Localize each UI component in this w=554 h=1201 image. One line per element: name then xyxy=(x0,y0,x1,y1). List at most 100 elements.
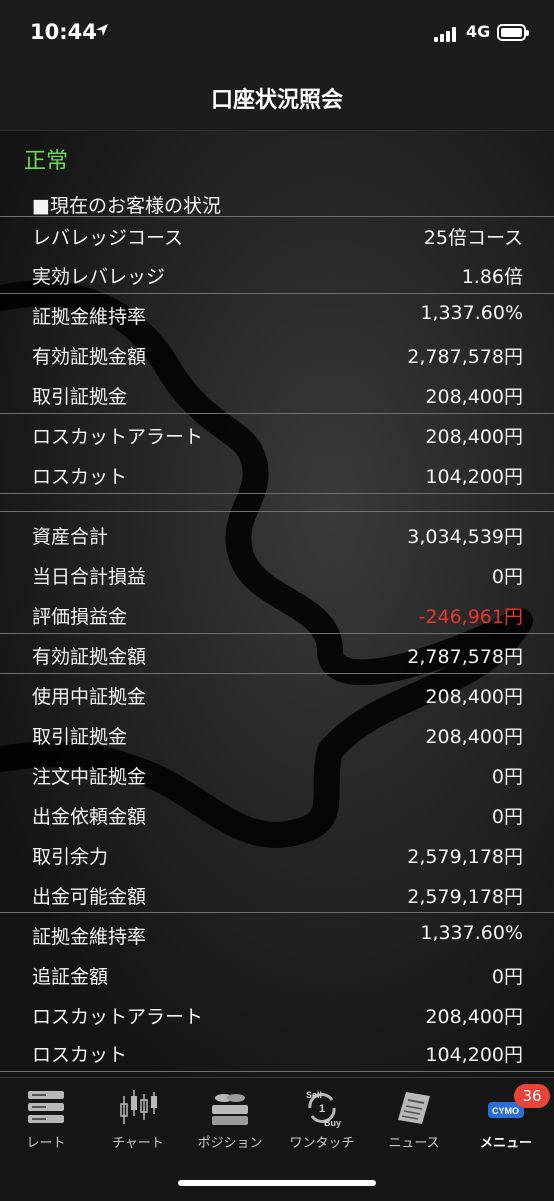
row-label: ロスカットアラート xyxy=(32,426,204,448)
row-label: 取引余力 xyxy=(32,846,109,868)
server-stack-icon xyxy=(28,1091,64,1123)
location-arrow-icon xyxy=(96,24,108,36)
tab-label: チャート xyxy=(112,1136,164,1151)
row-losscut-2: ロスカット 104,200円 xyxy=(0,1033,554,1073)
row-value: 2,579,178円 xyxy=(407,886,523,908)
row-label: 有効証拠金額 xyxy=(32,346,147,368)
section-title: ■現在のお客様の状況 xyxy=(32,195,221,217)
row-value: 208,400円 xyxy=(425,386,523,408)
row-value: 0円 xyxy=(491,566,523,588)
home-indicator[interactable] xyxy=(178,1180,376,1186)
row-label: ロスカットアラート xyxy=(32,1006,204,1028)
row-value: 0円 xyxy=(491,806,523,828)
tab-position[interactable]: ポジション xyxy=(184,1078,276,1158)
divider xyxy=(0,493,554,494)
row-effective-leverage: 実効レバレッジ 1.86倍 xyxy=(0,255,554,295)
notification-badge: 36 xyxy=(514,1084,550,1108)
tab-chart[interactable]: チャート xyxy=(92,1078,184,1158)
row-effective-margin: 有効証拠金額 2,787,578円 xyxy=(0,335,554,375)
tab-label: ニュース xyxy=(388,1136,440,1151)
row-value: 1.86倍 xyxy=(461,266,523,288)
divider xyxy=(0,511,554,512)
status-bar: 10:44 4G xyxy=(0,0,554,68)
row-value: 104,200円 xyxy=(425,1044,523,1066)
row-value: 0円 xyxy=(491,766,523,788)
row-trading-margin-2: 取引証拠金 208,400円 xyxy=(0,715,554,755)
row-value: 2,787,578円 xyxy=(407,346,523,368)
row-value: 2,579,178円 xyxy=(407,846,523,868)
row-label: 出金可能金額 xyxy=(32,886,147,908)
row-trading-capacity: 取引余力 2,579,178円 xyxy=(0,835,554,875)
row-label: 有効証拠金額 xyxy=(32,646,147,668)
row-value: 208,400円 xyxy=(425,686,523,708)
tab-label: ポジション xyxy=(197,1136,263,1151)
sell-buy-icon: Sell 1 Buy xyxy=(306,1090,341,1128)
cymo-text: CYMO xyxy=(492,1106,519,1116)
row-unrealized-profit-loss: 評価損益金 -246,961円 xyxy=(0,595,554,635)
row-value: 2,787,578円 xyxy=(407,646,523,668)
divider xyxy=(0,293,554,294)
row-losscut-alert-2: ロスカットアラート 208,400円 xyxy=(0,995,554,1035)
row-leverage-course: レバレッジコース 25倍コース xyxy=(0,216,554,256)
row-losscut-alert: ロスカットアラート 208,400円 xyxy=(0,415,554,455)
buy-text: Buy xyxy=(324,1118,341,1128)
row-margin-call-amount: 追証金額 0円 xyxy=(0,955,554,995)
candlestick-chart-icon xyxy=(120,1090,157,1124)
divider xyxy=(0,912,554,913)
row-value: 208,400円 xyxy=(425,1006,523,1028)
tab-label: レート xyxy=(26,1136,66,1151)
cellular-signal-icon xyxy=(434,26,460,42)
tab-one-touch[interactable]: Sell 1 Buy ワンタッチ xyxy=(276,1078,368,1158)
tab-label: ワンタッチ xyxy=(289,1136,355,1151)
row-margin-maintenance-ratio-2: 証拠金維持率 1,337.60% xyxy=(0,915,554,955)
clock: 10:44 xyxy=(30,20,97,44)
row-label: レバレッジコース xyxy=(32,227,184,249)
row-label: 追証金額 xyxy=(32,966,109,988)
row-value: 3,034,539円 xyxy=(407,526,523,548)
row-value: 25倍コース xyxy=(423,227,523,249)
tab-label: メニュー xyxy=(479,1136,532,1151)
row-label: ロスカット xyxy=(32,466,128,488)
row-label: 出金依頼金額 xyxy=(32,806,147,828)
row-withdrawable-amount: 出金可能金額 2,579,178円 xyxy=(0,875,554,915)
row-label: 注文中証拠金 xyxy=(32,766,147,788)
page-title: 口座状況照会 xyxy=(210,88,343,113)
row-label: 証拠金維持率 xyxy=(32,926,147,948)
row-label: ロスカット xyxy=(32,1044,128,1066)
divider xyxy=(0,1071,554,1072)
account-status-content[interactable]: 正常 ■現在のお客様の状況 レバレッジコース 25倍コース 実効レバレッジ 1.… xyxy=(0,131,554,1077)
row-order-margin: 注文中証拠金 0円 xyxy=(0,755,554,795)
row-margin-in-use: 使用中証拠金 208,400円 xyxy=(0,675,554,715)
row-value: 208,400円 xyxy=(425,426,523,448)
row-label: 資産合計 xyxy=(32,526,109,548)
divider xyxy=(0,633,554,634)
navigation-bar: 口座状況照会 xyxy=(0,68,554,131)
divider xyxy=(0,673,554,674)
row-value: 0円 xyxy=(491,966,523,988)
row-label: 取引証拠金 xyxy=(32,726,128,748)
row-withdrawal-request: 出金依頼金額 0円 xyxy=(0,795,554,835)
row-daily-profit-loss: 当日合計損益 0円 xyxy=(0,555,554,595)
row-label: 取引証拠金 xyxy=(32,386,128,408)
divider xyxy=(0,413,554,414)
row-losscut: ロスカット 104,200円 xyxy=(0,455,554,495)
network-type: 4G xyxy=(466,22,491,41)
row-value: 1,337.60% xyxy=(420,302,523,324)
row-value: 1,337.60% xyxy=(420,922,523,944)
row-label: 使用中証拠金 xyxy=(32,686,147,708)
newspaper-icon xyxy=(398,1092,430,1124)
row-label: 当日合計損益 xyxy=(32,566,147,588)
tab-rate[interactable]: レート xyxy=(0,1078,92,1158)
row-margin-maintenance-ratio: 証拠金維持率 1,337.60% xyxy=(0,295,554,335)
row-label: 証拠金維持率 xyxy=(32,306,147,328)
row-label: 実効レバレッジ xyxy=(32,266,166,288)
row-value: 208,400円 xyxy=(425,726,523,748)
row-effective-margin-2: 有効証拠金額 2,787,578円 xyxy=(0,635,554,675)
tab-news[interactable]: ニュース xyxy=(368,1078,460,1158)
account-status: 正常 xyxy=(24,149,69,174)
one-text: 1 xyxy=(319,1103,325,1115)
row-label: 評価損益金 xyxy=(32,606,128,628)
battery-icon xyxy=(497,24,529,41)
sell-text: Sell xyxy=(306,1090,322,1100)
row-total-assets: 資産合計 3,034,539円 xyxy=(0,515,554,555)
